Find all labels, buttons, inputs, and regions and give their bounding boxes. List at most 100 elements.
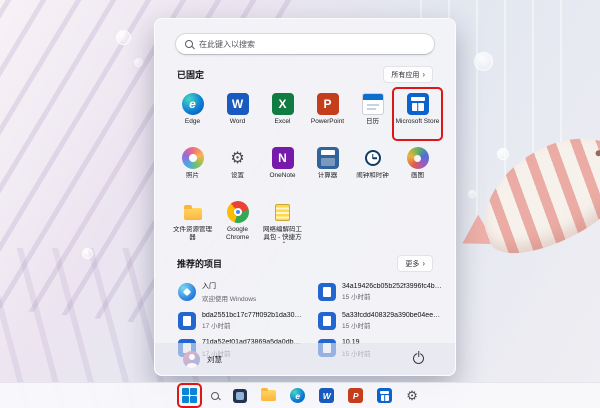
recommended-item-subtitle: 欢迎使用 Windows [202, 293, 256, 303]
taskbar-settings-button[interactable]: ⚙ [404, 387, 420, 404]
chevron-right-icon: › [422, 260, 425, 268]
wallpaper-bubble [134, 58, 143, 67]
app-label: 照片 [171, 172, 215, 180]
recommended-item-get-started[interactable]: 入门 欢迎使用 Windows [173, 278, 307, 306]
edge-icon: e [182, 93, 204, 115]
app-tile-edge[interactable]: e Edge [170, 90, 215, 138]
wallpaper-bubble [116, 30, 131, 45]
calculator-icon [317, 147, 339, 169]
app-label: 文件资源管理器 [171, 226, 215, 242]
user-profile-button[interactable]: 刘慧 [183, 351, 222, 368]
app-tile-excel[interactable]: X Excel [260, 90, 305, 138]
recommended-item-title: bda2551bc17c77ff092b1da30044a9... [202, 312, 302, 319]
app-label: 设置 [216, 172, 260, 180]
app-tile-photos[interactable]: 照片 [170, 144, 215, 192]
powerpoint-icon: P [348, 388, 363, 403]
user-avatar [183, 351, 200, 368]
app-label: Word [216, 118, 260, 126]
app-label: Google Chrome [216, 226, 260, 242]
start-button[interactable] [180, 386, 199, 405]
all-apps-label: 所有应用 [391, 70, 419, 80]
app-label: 网络编解码工具包 - 快捷方式 [261, 226, 305, 243]
chrome-icon [227, 201, 249, 223]
codec-toolkit-icon [272, 201, 294, 223]
file-icon [318, 283, 336, 301]
app-label: 计算器 [306, 172, 350, 180]
power-icon [413, 353, 424, 364]
app-tile-word[interactable]: W Word [215, 90, 260, 138]
file-icon [318, 312, 336, 330]
clock-icon [362, 147, 384, 169]
folder-icon [261, 390, 276, 401]
start-menu: 已固定 所有应用 › e Edge W Word X Excel P Power… [154, 18, 456, 376]
app-tile-settings[interactable]: ⚙ 设置 [215, 144, 260, 192]
folder-icon [182, 201, 204, 223]
onenote-icon: N [272, 147, 294, 169]
word-icon: W [227, 93, 249, 115]
word-icon: W [319, 388, 334, 403]
search-icon [185, 40, 193, 48]
recommended-item-title: 5a33fcdd408329a390be04ee63c74... [342, 312, 442, 319]
app-tile-google-chrome[interactable]: Google Chrome [215, 198, 260, 246]
taskbar-powerpoint-button[interactable]: P [346, 386, 365, 405]
all-apps-button[interactable]: 所有应用 › [383, 66, 433, 83]
taskbar-store-button[interactable] [375, 386, 394, 405]
recommended-item-title: 34a19426cb05b252f3996fc4b3ad18e... [342, 283, 442, 290]
recommended-item-title: 入门 [202, 281, 256, 291]
app-label: Edge [171, 118, 215, 126]
recommended-item-subtitle: 17 小时前 [202, 320, 302, 330]
start-menu-footer: 刘慧 [155, 343, 455, 375]
power-button[interactable] [410, 349, 427, 370]
microsoft-store-icon [407, 93, 429, 115]
app-tile-file-explorer[interactable]: 文件资源管理器 [170, 198, 215, 246]
app-label: Excel [261, 118, 305, 126]
excel-icon: X [272, 93, 294, 115]
chevron-right-icon: › [422, 71, 425, 79]
taskbar-search-button[interactable] [209, 390, 221, 402]
app-label: 闹钟和时钟 [351, 172, 395, 180]
settings-gear-icon: ⚙ [406, 389, 418, 402]
pinned-grid: e Edge W Word X Excel P PowerPoint 日历 [170, 90, 440, 246]
pinned-header: 已固定 所有应用 › [177, 66, 433, 83]
more-label: 更多 [405, 259, 419, 269]
more-button[interactable]: 更多 › [397, 255, 433, 272]
taskbar-file-explorer-button[interactable] [259, 388, 278, 403]
paint-palette-icon [407, 147, 429, 169]
app-tile-codec-toolkit[interactable]: 网络编解码工具包 - 快捷方式 [260, 198, 305, 246]
app-tile-microsoft-store[interactable]: Microsoft Store [395, 90, 440, 138]
app-label: 画图 [396, 172, 440, 180]
app-tile-calculator[interactable]: 计算器 [305, 144, 350, 192]
edge-icon: e [290, 388, 305, 403]
recommended-item-file[interactable]: 34a19426cb05b252f3996fc4b3ad18e... 15 小时… [313, 278, 447, 306]
recommended-title: 推荐的项目 [177, 257, 222, 270]
recommended-item-file[interactable]: bda2551bc17c77ff092b1da30044a9... 17 小时前 [173, 309, 307, 334]
wallpaper-bubble [82, 248, 93, 259]
calendar-icon [362, 93, 384, 115]
desktop: 已固定 所有应用 › e Edge W Word X Excel P Power… [0, 0, 600, 408]
taskbar-word-button[interactable]: W [317, 386, 336, 405]
pinned-title: 已固定 [177, 68, 204, 81]
recommended-item-subtitle: 15 小时前 [342, 320, 442, 330]
app-tile-onenote[interactable]: N OneNote [260, 144, 305, 192]
search-input[interactable] [199, 40, 425, 49]
get-started-icon [178, 283, 196, 301]
user-name: 刘慧 [207, 354, 222, 365]
app-tile-calendar[interactable]: 日历 [350, 90, 395, 138]
app-tile-alarms-clock[interactable]: 闹钟和时钟 [350, 144, 395, 192]
photos-icon [182, 147, 204, 169]
task-view-button[interactable] [231, 387, 249, 405]
task-view-icon [233, 389, 247, 403]
app-label: OneNote [261, 172, 305, 180]
windows-logo-icon [182, 388, 197, 403]
taskbar: e W P ⚙ [0, 382, 600, 408]
app-tile-powerpoint[interactable]: P PowerPoint [305, 90, 350, 138]
app-label: 日历 [351, 118, 395, 126]
app-label: Microsoft Store [396, 118, 440, 126]
recommended-header: 推荐的项目 更多 › [177, 255, 433, 272]
taskbar-edge-button[interactable]: e [288, 386, 307, 405]
recommended-item-file[interactable]: 5a33fcdd408329a390be04ee63c74... 15 小时前 [313, 309, 447, 334]
search-box[interactable] [175, 33, 435, 55]
app-tile-paint[interactable]: 画图 [395, 144, 440, 192]
powerpoint-icon: P [317, 93, 339, 115]
search-icon [211, 392, 219, 400]
